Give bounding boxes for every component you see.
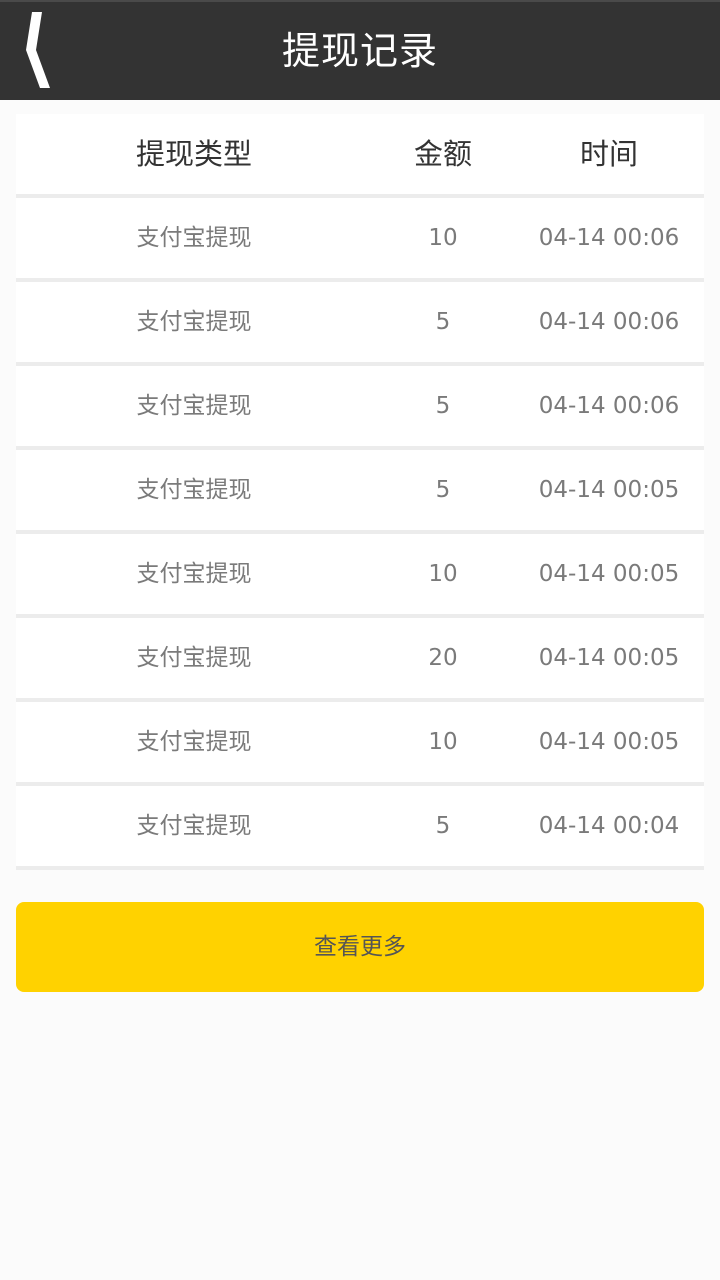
table-row: 支付宝提现 5 04-14 00:06 bbox=[16, 282, 704, 366]
row-type: 支付宝提现 bbox=[136, 477, 252, 503]
withdrawal-table: 提现类型 金额 时间 支付宝提现 10 04-14 00:06 支付宝提现 5 … bbox=[16, 114, 704, 870]
row-type: 支付宝提现 bbox=[136, 393, 252, 419]
row-type: 支付宝提现 bbox=[136, 561, 252, 587]
row-time: 04-14 00:06 bbox=[538, 393, 680, 419]
row-type: 支付宝提现 bbox=[136, 309, 252, 335]
row-amount: 20 bbox=[428, 645, 458, 671]
column-header-time: 时间 bbox=[579, 137, 638, 171]
row-time: 04-14 00:05 bbox=[538, 561, 680, 587]
column-header-amount: 金额 bbox=[413, 137, 472, 171]
table-header-row: 提现类型 金额 时间 bbox=[16, 114, 704, 198]
row-time: 04-14 00:06 bbox=[538, 309, 680, 335]
table-row: 支付宝提现 5 04-14 00:04 bbox=[16, 786, 704, 870]
view-more-button[interactable]: 查看更多 bbox=[16, 902, 704, 992]
row-time: 04-14 00:05 bbox=[538, 477, 680, 503]
row-amount: 10 bbox=[428, 561, 458, 587]
row-time: 04-14 00:05 bbox=[538, 645, 680, 671]
row-type: 支付宝提现 bbox=[136, 225, 252, 251]
column-header-type: 提现类型 bbox=[135, 137, 252, 171]
row-amount: 5 bbox=[435, 393, 451, 419]
row-type: 支付宝提现 bbox=[136, 729, 252, 755]
table-row: 支付宝提现 20 04-14 00:05 bbox=[16, 618, 704, 702]
row-time: 04-14 00:04 bbox=[538, 813, 680, 839]
table-row: 支付宝提现 10 04-14 00:06 bbox=[16, 198, 704, 282]
row-time: 04-14 00:05 bbox=[538, 729, 680, 755]
top-bar: 提现记录 bbox=[0, 0, 720, 100]
table-row: 支付宝提现 10 04-14 00:05 bbox=[16, 534, 704, 618]
row-amount: 5 bbox=[435, 477, 451, 503]
row-amount: 5 bbox=[435, 813, 451, 839]
row-amount: 5 bbox=[435, 309, 451, 335]
table-row: 支付宝提现 5 04-14 00:05 bbox=[16, 450, 704, 534]
row-amount: 10 bbox=[428, 729, 458, 755]
row-type: 支付宝提现 bbox=[136, 813, 252, 839]
row-time: 04-14 00:06 bbox=[538, 225, 680, 251]
table-row: 支付宝提现 10 04-14 00:05 bbox=[16, 702, 704, 786]
page-title: 提现记录 bbox=[281, 29, 438, 73]
row-type: 支付宝提现 bbox=[136, 645, 252, 671]
row-amount: 10 bbox=[428, 225, 458, 251]
table-row: 支付宝提现 5 04-14 00:06 bbox=[16, 366, 704, 450]
